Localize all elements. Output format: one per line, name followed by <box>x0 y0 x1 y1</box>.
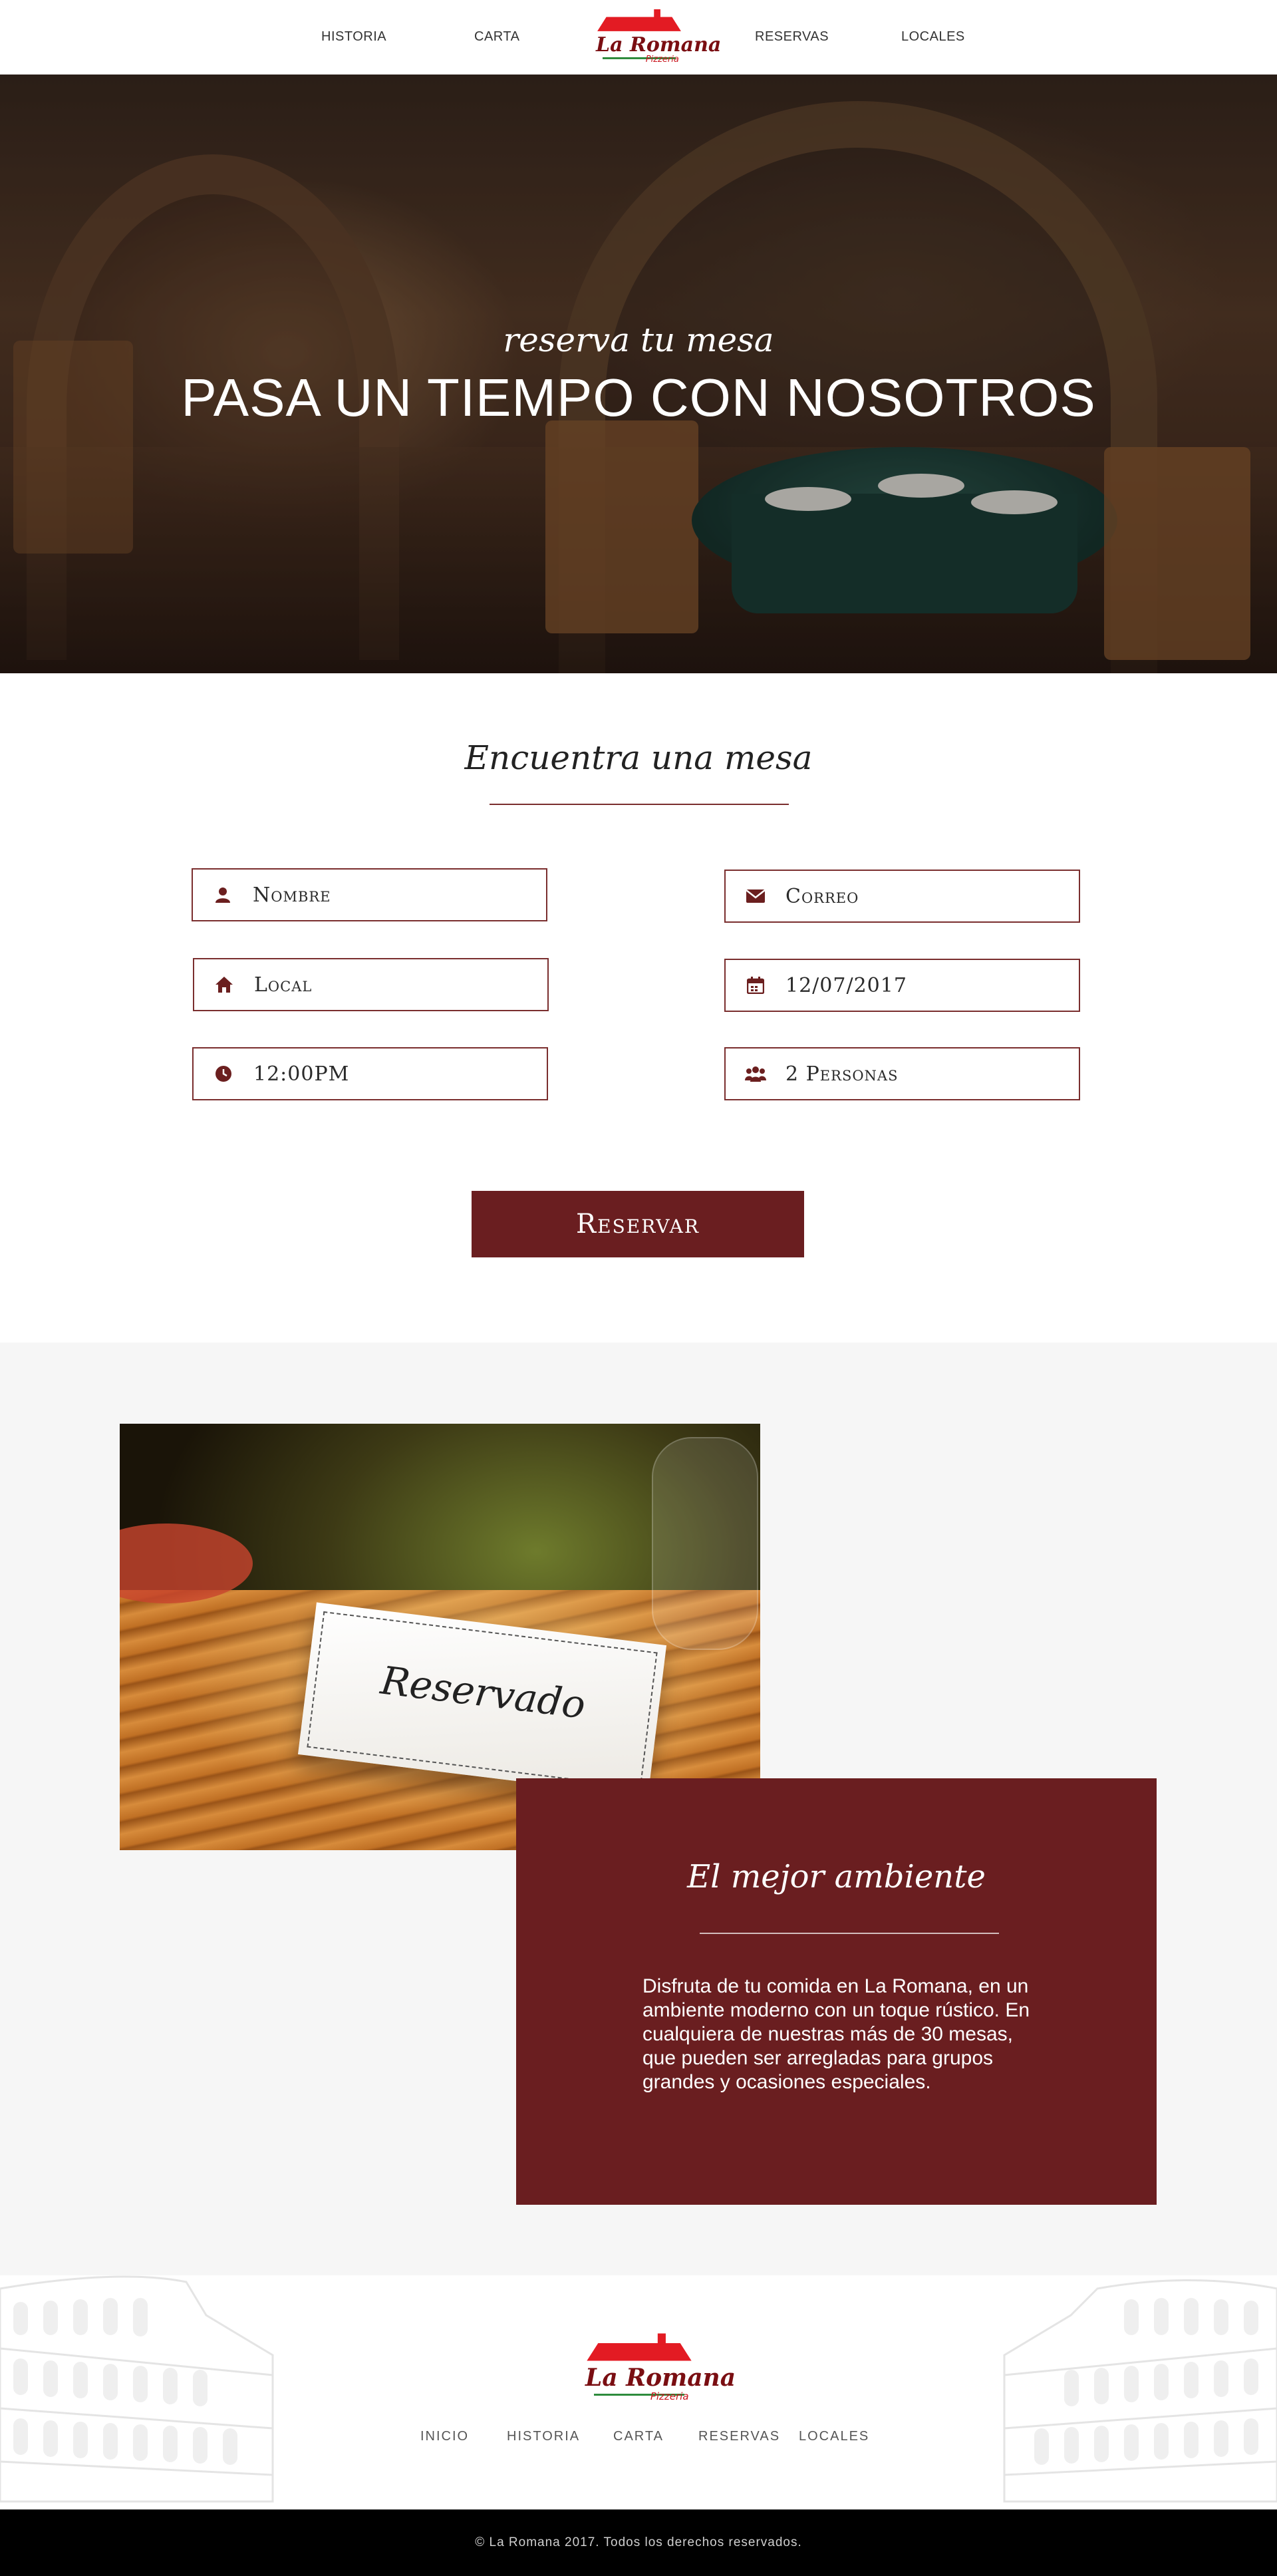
footer-link-locales[interactable]: LOCALES <box>799 2426 869 2446</box>
local-field-value: Local <box>254 973 313 997</box>
name-field-value: Nombre <box>253 883 331 907</box>
clock-icon <box>194 1048 253 1099</box>
people-field-value: 2 Personas <box>785 1062 899 1086</box>
top-nav: HISTORIA CARTA La Romana Pizzeria RESERV… <box>0 0 1277 75</box>
ambiente-divider <box>700 1933 999 1934</box>
footer-logo-subtext: Pizzeria <box>650 2390 689 2402</box>
copyright-text: © La Romana 2017. Todos los derechos res… <box>475 2535 802 2549</box>
home-icon <box>194 959 254 1010</box>
email-field-value: Correo <box>785 884 859 908</box>
colosseum-illustration <box>1003 2279 1277 2503</box>
local-field[interactable]: Local <box>193 958 549 1011</box>
date-field[interactable]: 12/07/2017 <box>724 959 1080 1012</box>
nav-reservas[interactable]: RESERVAS <box>755 27 829 47</box>
ambiente-panel: El mejor ambiente Disfruta de tu comida … <box>516 1778 1157 2205</box>
email-field[interactable]: Correo <box>724 870 1080 923</box>
date-field-value: 12/07/2017 <box>785 973 907 997</box>
people-field[interactable]: 2 Personas <box>724 1047 1080 1100</box>
nav-carta[interactable]: CARTA <box>474 27 519 47</box>
footer: La Romana Pizzeria INICIO HISTORIA CARTA… <box>0 2275 1277 2509</box>
name-field[interactable]: Nombre <box>192 868 547 921</box>
people-icon <box>726 1048 785 1099</box>
hero-banner: reserva tu mesa PASA UN TIEMPO CON NOSOT… <box>0 75 1277 673</box>
hero-headline: PASA UN TIEMPO CON NOSOTROS <box>181 368 1096 427</box>
ambiente-text: Disfruta de tu comida en La Romana, en u… <box>642 1975 1030 2093</box>
form-title-divider <box>490 804 789 805</box>
logo-text: La Romana <box>596 33 722 57</box>
copyright-bar: © La Romana 2017. Todos los derechos res… <box>0 2509 1277 2576</box>
colosseum-illustration <box>0 2275 274 2503</box>
footer-link-carta[interactable]: CARTA <box>613 2426 664 2446</box>
nav-historia[interactable]: HISTORIA <box>321 27 386 47</box>
footer-link-inicio[interactable]: INICIO <box>420 2426 469 2446</box>
form-title: Encuentra una mesa <box>464 738 813 777</box>
calendar-icon <box>726 960 785 1011</box>
ambiente-title: El mejor ambiente <box>687 1858 986 1895</box>
photo-glass <box>652 1437 758 1650</box>
reservar-button[interactable]: Reservar <box>472 1191 804 1257</box>
envelope-icon <box>726 871 785 921</box>
footer-link-reservas[interactable]: RESERVAS <box>698 2426 780 2446</box>
time-field-value: 12:00PM <box>253 1062 350 1086</box>
footer-logo[interactable]: La Romana Pizzeria <box>585 2332 736 2405</box>
logo-subtext: Pizzeria <box>645 55 679 65</box>
hero-tagline: reserva tu mesa <box>503 321 774 359</box>
user-icon <box>193 870 253 920</box>
footer-logo-text: La Romana <box>585 2364 736 2392</box>
nav-locales[interactable]: LOCALES <box>901 27 965 47</box>
time-field[interactable]: 12:00PM <box>192 1047 548 1100</box>
footer-link-historia[interactable]: HISTORIA <box>507 2426 580 2446</box>
logo[interactable]: La Romana Pizzeria <box>596 8 722 67</box>
